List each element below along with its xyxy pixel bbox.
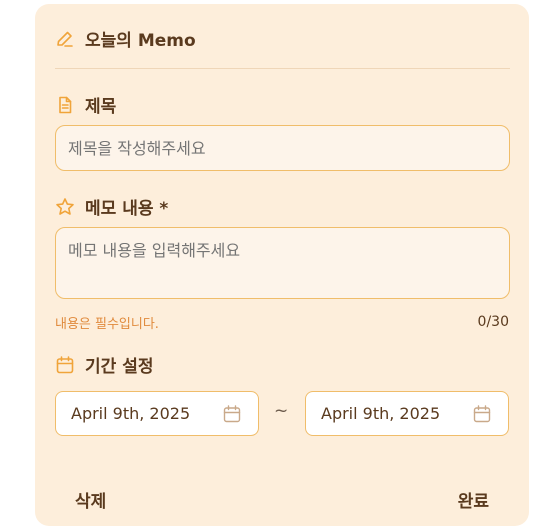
title-section-label: 제목 [55, 92, 116, 117]
content-section-label: 메모 내용 * [55, 194, 168, 219]
star-icon [55, 197, 75, 217]
content-label: 메모 내용 * [85, 199, 169, 219]
done-button[interactable]: 완료 [458, 487, 489, 512]
title-label: 제목 [85, 97, 117, 117]
content-error-message: 내용은 필수입니다. [55, 317, 159, 332]
start-date-value: April 9th, 2025 [71, 404, 191, 423]
memo-header: 오늘의 Memo [55, 26, 196, 51]
date-range-separator: ~ [274, 401, 289, 421]
memo-card: 오늘의 Memo 제목 메모 내용 * 내용은 필수입니다. 0/30 [35, 4, 529, 526]
period-section-label: 기간 설정 [55, 352, 153, 377]
content-textarea[interactable] [55, 227, 510, 299]
pencil-icon [55, 29, 75, 49]
title-input[interactable] [55, 125, 510, 171]
end-date-value: April 9th, 2025 [321, 404, 441, 423]
header-divider [55, 68, 510, 69]
document-icon [55, 95, 75, 115]
calendar-icon [472, 404, 492, 424]
memo-title: 오늘의 Memo [85, 31, 196, 51]
delete-button[interactable]: 삭제 [75, 487, 106, 512]
character-counter: 0/30 [477, 314, 509, 330]
calendar-icon [55, 355, 75, 375]
calendar-icon [222, 404, 242, 424]
start-date-picker[interactable]: April 9th, 2025 [55, 391, 259, 436]
end-date-picker[interactable]: April 9th, 2025 [305, 391, 509, 436]
period-label: 기간 설정 [85, 357, 154, 377]
